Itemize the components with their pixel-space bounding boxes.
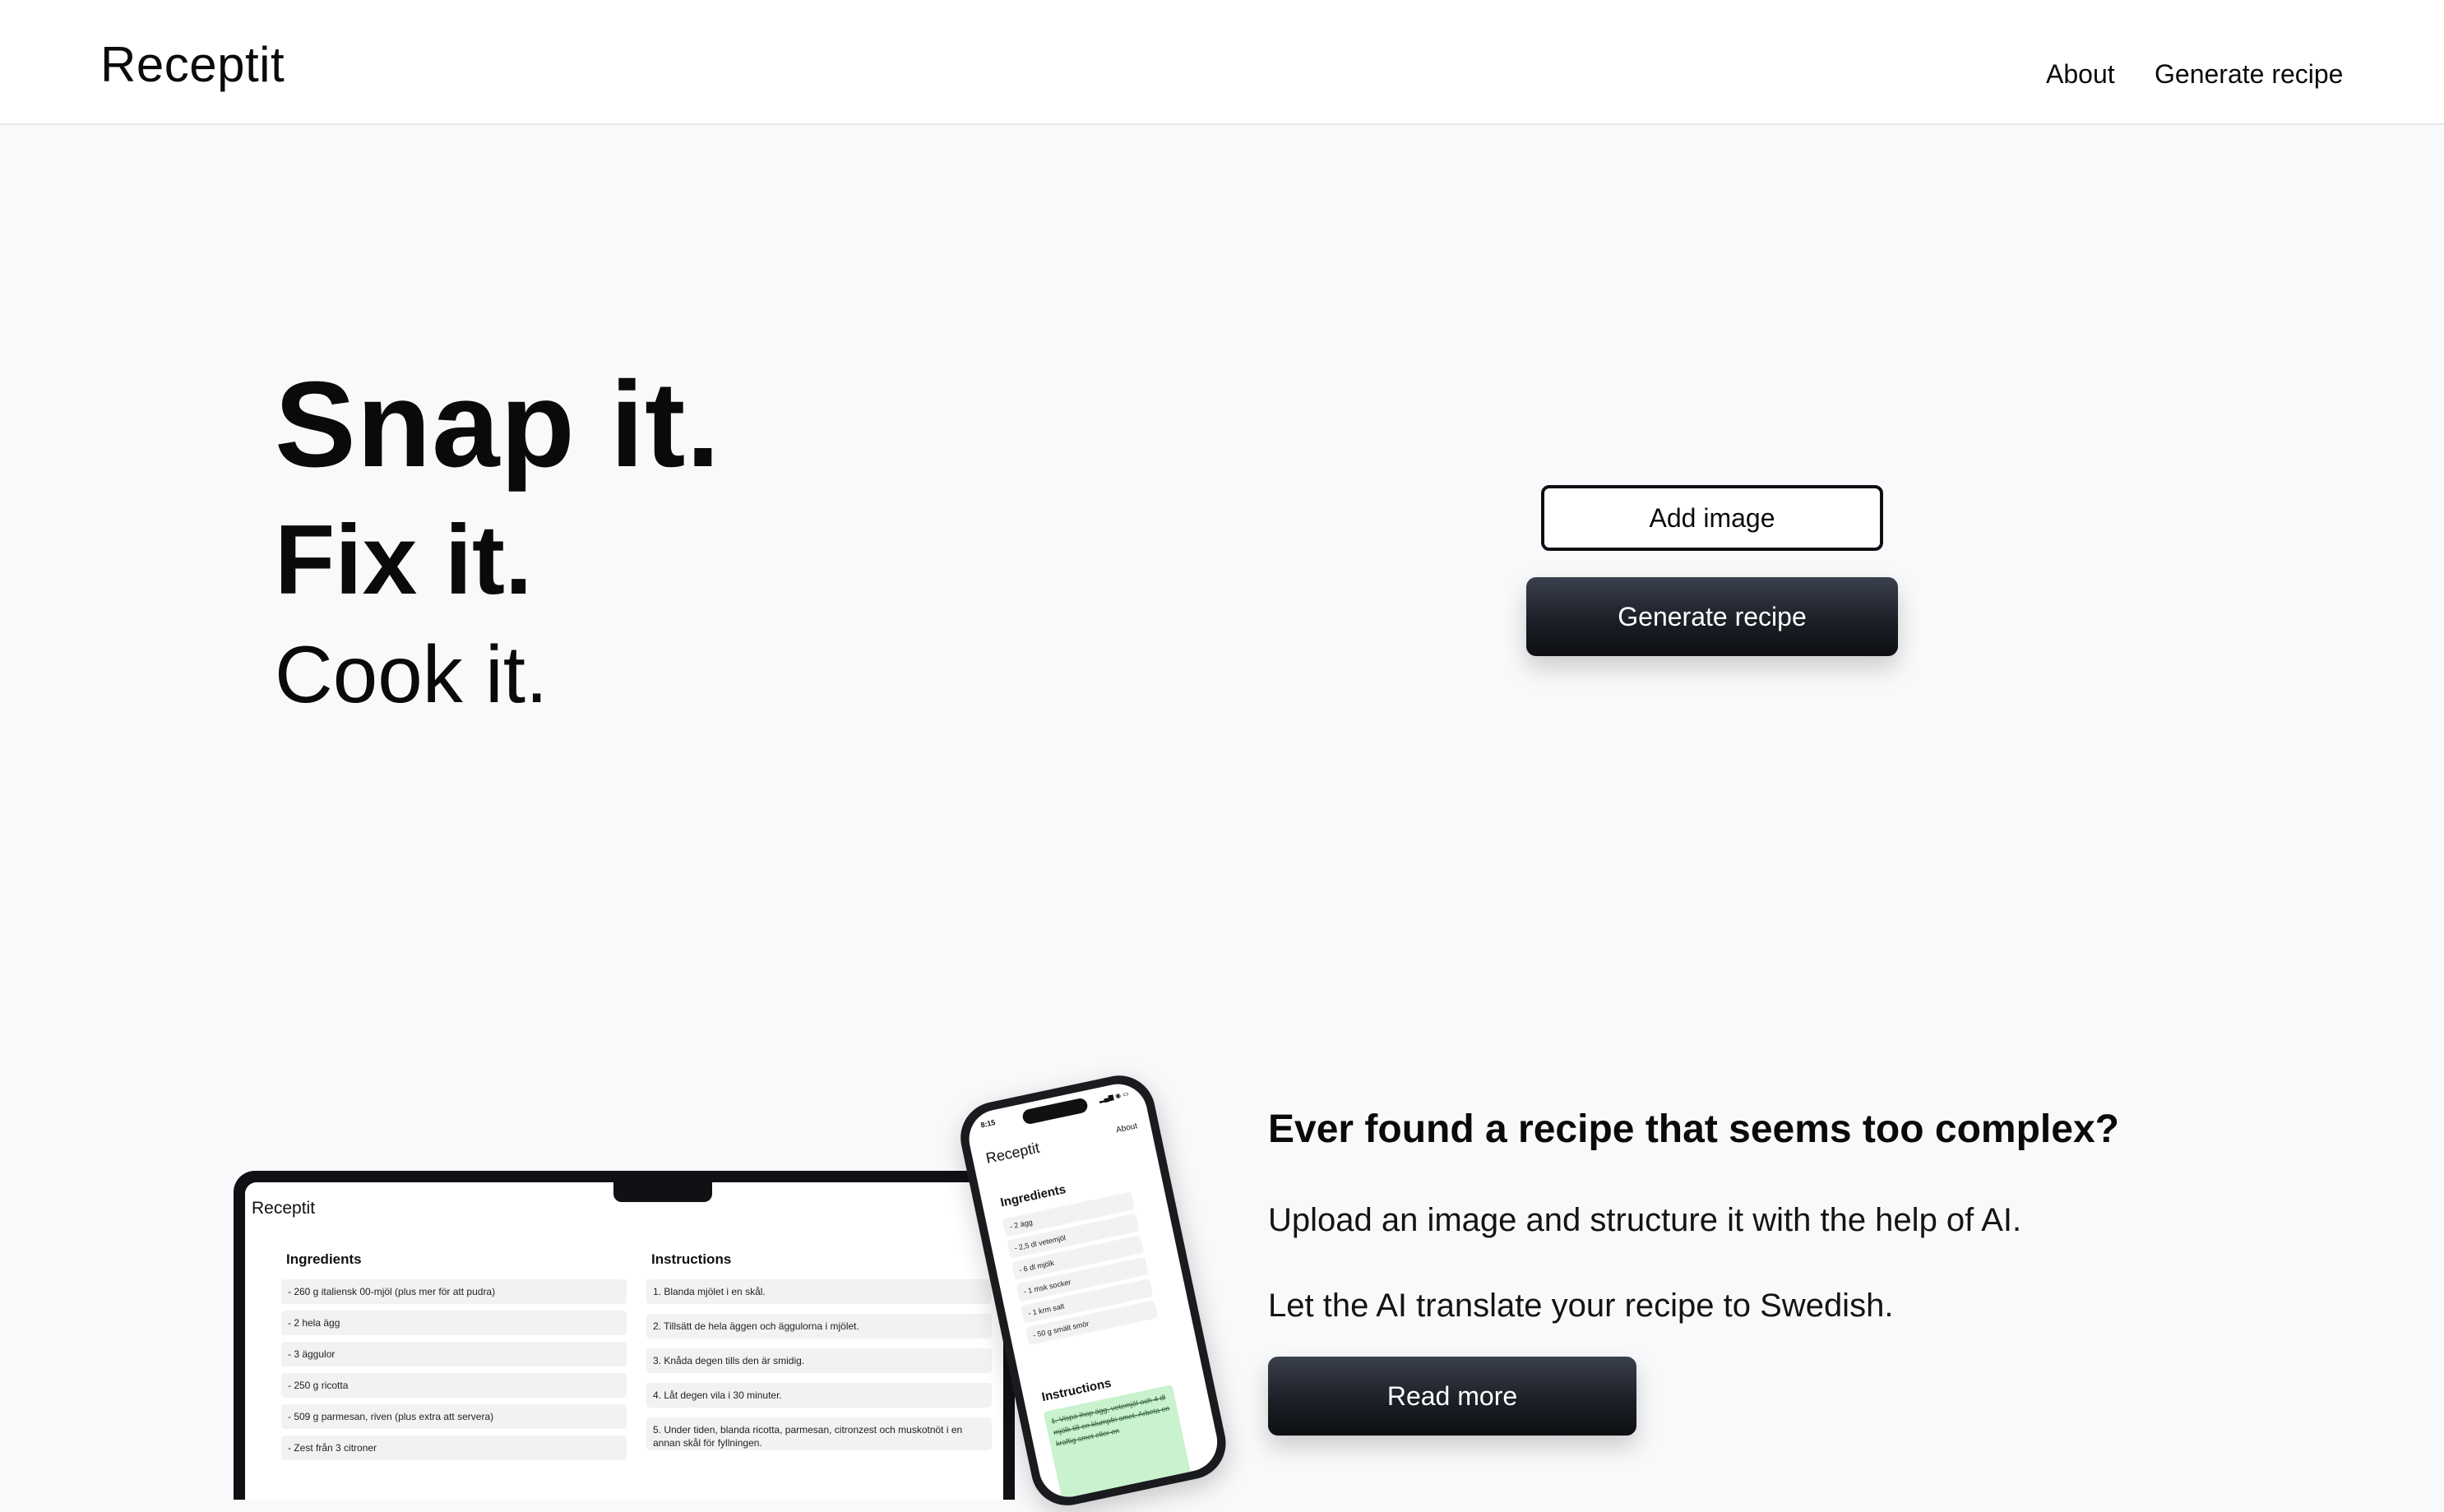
- preview-instructions-list: 1. Blanda mjölet i en skål. 2. Tillsätt …: [646, 1279, 992, 1460]
- phone-clock: 8:15: [979, 1117, 997, 1130]
- add-image-button[interactable]: Add image: [1541, 485, 1883, 551]
- laptop-screen: Receptit Ingredients Instructions - 260 …: [245, 1182, 1003, 1500]
- generate-recipe-button[interactable]: Generate recipe: [1526, 577, 1898, 656]
- nav-about-link[interactable]: About: [2046, 59, 2115, 90]
- list-item: 4. Låt degen vila i 30 minuter.: [646, 1383, 992, 1408]
- phone-instruction-step: 1. Vispa ihop ägg, vetemjöl och 4 dl mjö…: [1043, 1385, 1193, 1503]
- info-text-translate: Let the AI translate your recipe to Swed…: [1268, 1288, 1894, 1324]
- phone-ingredients-list: - 2 ägg - 2,5 dl vetemjöl - 6 dl mjölk -…: [1002, 1191, 1159, 1349]
- preview-ingredients-list: - 260 g italiensk 00-mjöl (plus mer för …: [281, 1279, 627, 1467]
- preview-ingredients-title: Ingredients: [286, 1251, 362, 1267]
- list-item: - 509 g parmesan, riven (plus extra att …: [281, 1404, 627, 1429]
- laptop-preview-image: Receptit Ingredients Instructions - 260 …: [234, 1171, 1015, 1500]
- list-item: 5. Under tiden, blanda ricotta, parmesan…: [646, 1417, 992, 1450]
- list-item: - 250 g ricotta: [281, 1373, 627, 1398]
- list-item: - 260 g italiensk 00-mjöl (plus mer för …: [281, 1279, 627, 1304]
- info-text-upload: Upload an image and structure it with th…: [1268, 1202, 2022, 1238]
- info-heading: Ever found a recipe that seems too compl…: [1268, 1107, 2119, 1151]
- list-item: 2. Tillsätt de hela äggen och äggulorna …: [646, 1314, 992, 1339]
- phone-preview-about: About: [1115, 1121, 1139, 1135]
- preview-instructions-title: Instructions: [651, 1251, 732, 1267]
- brand-logo[interactable]: Receptit: [100, 36, 285, 93]
- phone-ingredients-title: Ingredients: [999, 1182, 1067, 1210]
- nav-generate-recipe-link[interactable]: Generate recipe: [2155, 59, 2343, 90]
- phone-status-icons: ▂▄▆ ◉ ▭: [1098, 1089, 1130, 1103]
- hero-heading-fix: Fix it.: [275, 505, 533, 615]
- list-item: - 2 hela ägg: [281, 1311, 627, 1335]
- hero-heading-snap: Snap it.: [275, 357, 721, 492]
- read-more-button[interactable]: Read more: [1268, 1357, 1636, 1436]
- phone-preview-brand: Receptit: [984, 1139, 1041, 1167]
- list-item: - Zest från 3 citroner: [281, 1436, 627, 1460]
- top-navbar: Receptit About Generate recipe: [0, 0, 2444, 125]
- list-item: 1. Blanda mjölet i en skål.: [646, 1279, 992, 1304]
- hero-heading-cook: Cook it.: [275, 629, 549, 719]
- preview-brand: Receptit: [252, 1199, 316, 1218]
- laptop-notch: [613, 1182, 712, 1202]
- list-item: 3. Knåda degen tills den är smidig.: [646, 1348, 992, 1373]
- phone-dynamic-island: [1021, 1097, 1089, 1126]
- list-item: - 3 äggulor: [281, 1342, 627, 1366]
